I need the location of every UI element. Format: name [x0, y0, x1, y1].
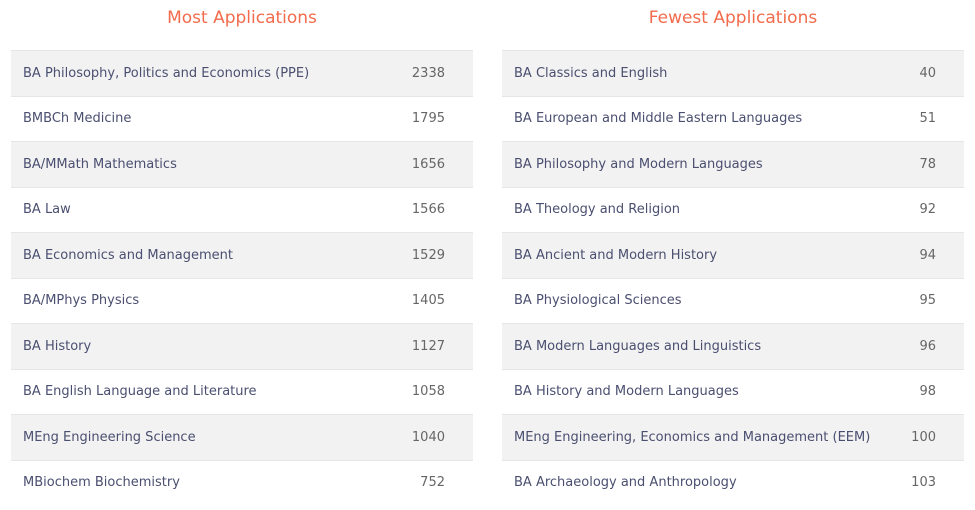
course-name: BA Modern Languages and Linguistics	[514, 338, 762, 354]
course-name: BA Classics and English	[514, 65, 668, 81]
course-name: BA Philosophy, Politics and Economics (P…	[23, 65, 310, 81]
table-row: MBiochem Biochemistry 752	[11, 459, 473, 506]
application-count: 92	[919, 202, 936, 218]
course-name: MEng Engineering Science	[23, 429, 196, 445]
application-count: 1656	[411, 156, 445, 172]
application-count: 103	[911, 475, 936, 491]
course-name: BA History and Modern Languages	[514, 384, 739, 400]
application-count: 98	[919, 384, 936, 400]
course-name: MBiochem Biochemistry	[23, 475, 180, 491]
course-name: BA Physiological Sciences	[514, 293, 682, 309]
course-name: BA/MMath Mathematics	[23, 156, 177, 172]
table-row: BA Law 1566	[11, 186, 473, 233]
course-name: BA Law	[23, 202, 71, 218]
application-count: 100	[911, 429, 936, 445]
table-row: BA Philosophy and Modern Languages 78	[502, 141, 964, 187]
table-row: BA History 1127	[11, 323, 473, 369]
table-row: BA Modern Languages and Linguistics 96	[502, 323, 964, 369]
table-row: BA European and Middle Eastern Languages…	[502, 95, 964, 142]
application-count: 51	[919, 111, 936, 127]
section-title: Most Applications	[167, 8, 317, 28]
application-count: 78	[919, 156, 936, 172]
table-row: BA/MPhys Physics 1405	[11, 277, 473, 324]
table-row: BA Ancient and Modern History 94	[502, 232, 964, 278]
application-count: 40	[919, 65, 936, 81]
table-row: BA History and Modern Languages 98	[502, 368, 964, 415]
section-title: Fewest Applications	[648, 8, 818, 28]
course-name: BMBCh Medicine	[23, 111, 132, 127]
table-row: BMBCh Medicine 1795	[11, 95, 473, 142]
table-row: BA Economics and Management 1529	[11, 232, 473, 278]
table-row: BA Classics and English 40	[502, 50, 964, 96]
table-row: BA Theology and Religion 92	[502, 186, 964, 233]
course-name: BA English Language and Literature	[23, 384, 257, 400]
course-name: MEng Engineering, Economics and Manageme…	[514, 429, 871, 445]
application-count: 752	[420, 475, 445, 491]
table-row: BA/MMath Mathematics 1656	[11, 141, 473, 187]
fewest-applications-table: BA Classics and English 40 BA European and…	[502, 50, 964, 505]
course-name: BA Ancient and Modern History	[514, 247, 718, 263]
fewest-applications-section: Fewest Applications BA Classics and Engl…	[502, 0, 964, 505]
application-count: 1127	[411, 338, 445, 354]
table-row: MEng Engineering, Economics and Manageme…	[502, 414, 964, 460]
table-row: BA English Language and Literature 1058	[11, 368, 473, 415]
application-count: 94	[919, 247, 936, 263]
application-count: 1040	[411, 429, 445, 445]
course-name: BA/MPhys Physics	[23, 293, 140, 309]
course-name: BA History	[23, 338, 92, 354]
course-name: BA Philosophy and Modern Languages	[514, 156, 763, 172]
course-name: BA European and Middle Eastern Languages	[514, 111, 803, 127]
table-row: BA Physiological Sciences 95	[502, 277, 964, 324]
application-count: 1058	[411, 384, 445, 400]
application-count: 95	[919, 293, 936, 309]
most-applications-section: Most Applications BA Philosophy, Politic…	[11, 0, 473, 505]
course-name: BA Archaeology and Anthropology	[514, 475, 737, 491]
table-row: BA Philosophy, Politics and Economics (P…	[11, 50, 473, 96]
application-count: 96	[919, 338, 936, 354]
course-name: BA Economics and Management	[23, 247, 234, 263]
table-row: BA Archaeology and Anthropology 103	[502, 459, 964, 506]
application-count: 1795	[411, 111, 445, 127]
application-count: 1566	[411, 202, 445, 218]
most-applications-table: BA Philosophy, Politics and Economics (P…	[11, 50, 473, 505]
application-count: 1529	[411, 247, 445, 263]
application-count: 2338	[411, 65, 445, 81]
application-count: 1405	[411, 293, 445, 309]
table-row: MEng Engineering Science 1040	[11, 414, 473, 460]
course-name: BA Theology and Religion	[514, 202, 681, 218]
